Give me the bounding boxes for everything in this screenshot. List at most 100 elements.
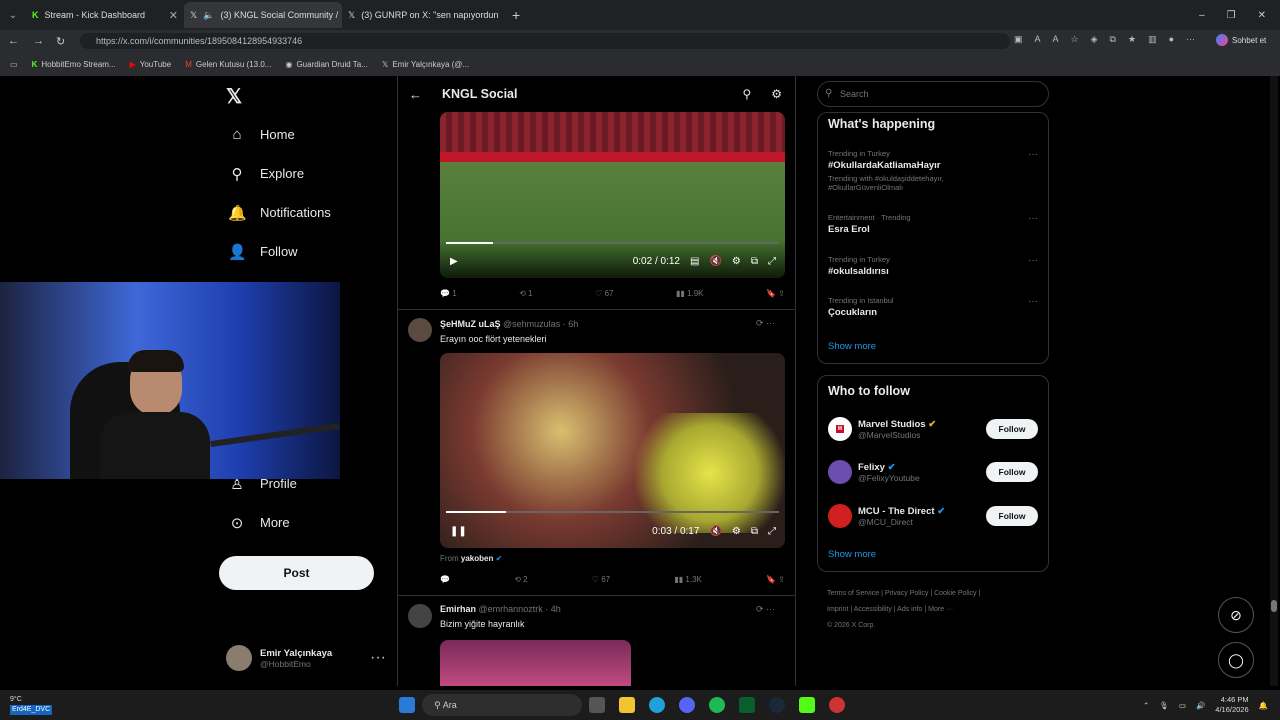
play-icon[interactable]: ▶ (450, 256, 458, 267)
bookmarks-folder-icon[interactable]: ▭ (10, 60, 18, 69)
weather-widget[interactable]: 9°C Erd4E_DVC (10, 695, 53, 715)
reply-button[interactable]: 💬 1 (440, 289, 457, 298)
gear-icon[interactable]: ⚙ (771, 87, 782, 101)
footer-line[interactable]: Terms of Service | Privacy Policy | Cook… (827, 586, 1047, 602)
refresh-icon[interactable]: ↻ (56, 35, 65, 48)
tab-gunrp[interactable]: 𝕏 (3) GUNRP on X: "sen napıyordun ✕ (342, 2, 506, 28)
show-more-link[interactable]: Show more (828, 341, 876, 352)
avatar[interactable] (408, 318, 432, 342)
back-icon[interactable]: ← (8, 35, 19, 47)
menu-icon[interactable]: ··· (1186, 34, 1195, 45)
tray-arrow-icon[interactable]: ⌃ (1143, 701, 1149, 710)
url-field[interactable]: https://x.com/i/communities/189508412895… (80, 33, 1010, 49)
app-icon[interactable] (829, 697, 846, 713)
kick-icon[interactable] (799, 697, 816, 713)
tweet-video[interactable]: ▶ 0:02 / 0:12 ▤ 🔇 ⚙ ⧉ ⤢ (440, 112, 785, 278)
notification-bell-icon[interactable]: 🔔 (1259, 701, 1268, 710)
x-logo-icon[interactable]: 𝕏 (226, 84, 242, 109)
video-progress-track[interactable] (446, 242, 779, 244)
trend-item[interactable]: Trending in Istanbul Çocukların (828, 296, 894, 318)
edge-icon[interactable] (649, 697, 666, 713)
reader-icon[interactable]: ▣ (1014, 34, 1023, 45)
trend-item[interactable]: Entertainment · Trending Esra Erol (828, 213, 911, 235)
minimize-button[interactable]: – (1199, 10, 1205, 21)
taskbar-search[interactable]: ⚲ Ara (422, 694, 583, 716)
scrollbar[interactable] (1270, 76, 1278, 686)
bookmark-item[interactable]: ◉ Guardian Druid Ta... (285, 60, 367, 69)
tab-list-icon[interactable]: ⌄ (0, 10, 26, 21)
more-dots-icon[interactable]: ··· (1028, 213, 1038, 224)
mute-icon[interactable]: 🔇 (709, 526, 721, 537)
trend-item[interactable]: Trending in Turkey #okulsaldırısı (828, 255, 890, 277)
tweet-video[interactable]: ❚❚ 0:03 / 0:17 🔇 ⚙ ⧉ ⤢ (440, 353, 785, 548)
views-button[interactable]: ▮▮ 1.9K (676, 289, 704, 298)
tweet-more-icon[interactable]: ⟳ ··· (756, 604, 775, 615)
bookmark-icon[interactable]: 🔖 ⇪ (766, 289, 785, 298)
fullscreen-icon[interactable]: ⤢ (768, 526, 776, 537)
excel-icon[interactable] (739, 697, 756, 713)
clock[interactable]: 4:46 PM 4/16/2026 (1215, 695, 1248, 715)
file-explorer-icon[interactable] (619, 697, 636, 713)
post-button[interactable]: Post (219, 556, 374, 590)
bookmark-item[interactable]: 𝕏 Emir Yalçınkaya (@... (382, 60, 469, 69)
more-dots-icon[interactable]: ··· (1028, 149, 1038, 160)
like-button[interactable]: ♡ 67 (592, 575, 610, 584)
bookmark-item[interactable]: K HobbitEmo Stream... (32, 60, 116, 69)
search-icon[interactable]: ⚲ (742, 87, 751, 101)
read-aloud-icon[interactable]: A (1053, 34, 1059, 45)
maximize-button[interactable]: ❐ (1227, 10, 1236, 21)
spotify-icon[interactable] (709, 697, 726, 713)
discord-icon[interactable] (679, 697, 696, 713)
tab-kngl[interactable]: 𝕏 🔈 (3) KNGL Social Community / ✕ (184, 2, 342, 28)
footer-line[interactable]: Imprint | Accessibility | Ads info | Mor… (827, 602, 1047, 618)
close-icon[interactable]: ✕ (504, 9, 506, 22)
reply-button[interactable]: 💬 (440, 575, 450, 584)
bookmark-icon[interactable]: 🔖 ⇪ (766, 575, 785, 584)
captions-icon[interactable]: ▤ (690, 256, 699, 267)
tweet-image[interactable] (440, 640, 631, 686)
settings-icon[interactable]: ⚙ (732, 256, 741, 267)
source-account-link[interactable]: yakoben (461, 554, 493, 563)
views-button[interactable]: ▮▮ 1.3K (674, 575, 702, 584)
search-input[interactable]: Search (817, 81, 1049, 107)
more-dots-icon[interactable]: ··· (1028, 255, 1038, 266)
like-button[interactable]: ♡ 67 (595, 289, 613, 298)
steam-icon[interactable] (769, 697, 786, 713)
mic-icon[interactable]: 🎙 (1159, 701, 1169, 710)
tab-kick[interactable]: K Stream - Kick Dashboard ✕ (26, 2, 184, 28)
nav-home[interactable]: ⌂ Home (218, 115, 388, 154)
mute-icon[interactable]: 🔇 (709, 256, 721, 267)
forward-icon[interactable]: → (33, 35, 44, 47)
favorite-icon[interactable]: ☆ (1071, 34, 1079, 45)
settings-icon[interactable]: ⚙ (732, 526, 741, 537)
windows-start-icon[interactable] (399, 697, 416, 713)
video-progress-track[interactable] (446, 511, 779, 513)
new-tab-button[interactable]: + (512, 7, 520, 23)
messages-button[interactable]: ◯ (1218, 642, 1254, 678)
fullscreen-icon[interactable]: ⤢ (768, 256, 776, 267)
bookmark-item[interactable]: ▶ YouTube (130, 60, 172, 69)
follow-button[interactable]: Follow (986, 462, 1038, 482)
back-arrow-icon[interactable]: ← (409, 87, 422, 102)
follow-button[interactable]: Follow (986, 419, 1038, 439)
more-dots-icon[interactable]: ··· (1028, 296, 1038, 307)
repost-button[interactable]: ⟲ 1 (519, 289, 532, 298)
trend-item[interactable]: Trending in Turkey #OkullardaKatliamaHay… (828, 149, 988, 192)
network-icon[interactable]: ▭ (1179, 701, 1186, 710)
popout-icon[interactable]: ⧉ (751, 526, 758, 537)
volume-icon[interactable]: 🔊 (1196, 701, 1205, 710)
extensions-icon[interactable]: ◈ (1091, 34, 1098, 45)
close-icon[interactable]: ✕ (169, 9, 178, 22)
split-icon[interactable]: ▥ (1148, 34, 1157, 45)
show-more-link[interactable]: Show more (828, 549, 876, 560)
bookmark-item[interactable]: M Gelen Kutusu (13.0... (185, 60, 271, 69)
favorites-icon[interactable]: ★ (1128, 34, 1136, 45)
nav-explore[interactable]: ⚲ Explore (218, 154, 388, 193)
nav-more[interactable]: ⊙ More (218, 503, 388, 542)
popout-icon[interactable]: ⧉ (751, 256, 758, 267)
task-view-icon[interactable] (589, 697, 606, 713)
profile-icon[interactable]: ● (1169, 34, 1174, 45)
follow-button[interactable]: Follow (986, 506, 1038, 526)
grok-button[interactable]: ⊘ (1218, 597, 1254, 633)
copilot-chat-button[interactable]: Sohbet et (1216, 34, 1266, 46)
